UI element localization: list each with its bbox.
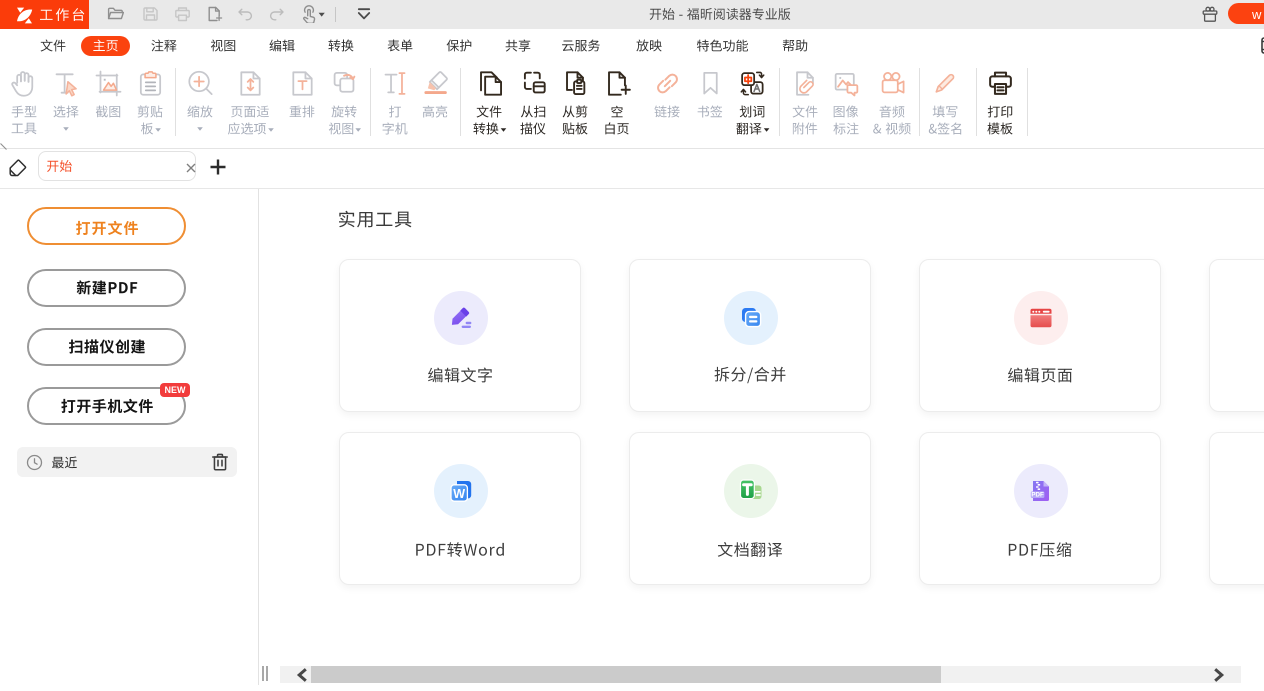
svg-text:PDF: PDF [1031, 492, 1044, 499]
svg-text:W: W [453, 487, 465, 501]
